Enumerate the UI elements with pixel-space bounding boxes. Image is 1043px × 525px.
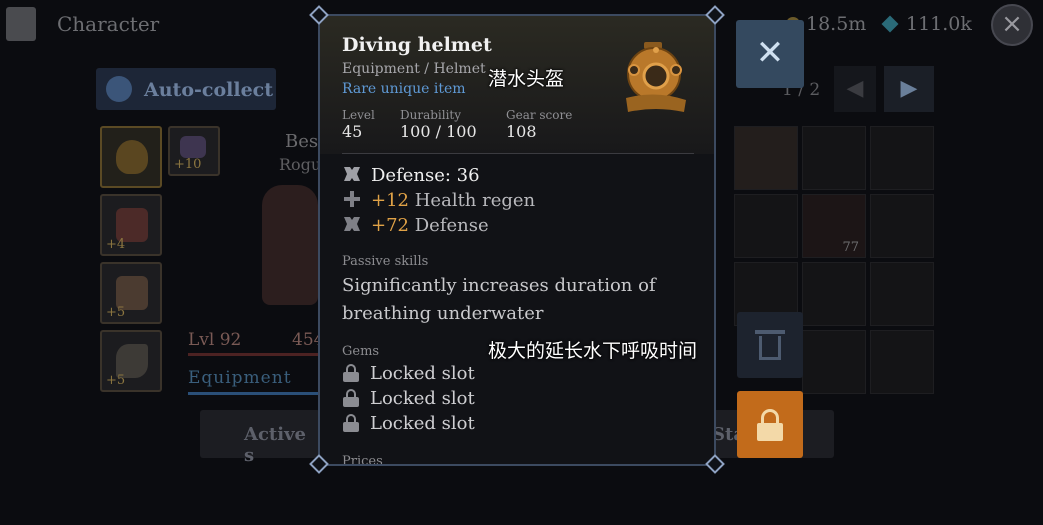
- character-icon: [6, 7, 36, 41]
- diamond-icon: [881, 15, 899, 33]
- inventory-item-gloves[interactable]: [734, 126, 798, 190]
- close-icon[interactable]: ×: [991, 4, 1033, 46]
- durability-label: Durability: [400, 108, 462, 122]
- gems-counter: 111.0k: [881, 13, 972, 35]
- inventory-slot[interactable]: [870, 330, 934, 394]
- subtitle-passive: 极大的延长水下呼吸时间: [488, 340, 698, 362]
- level-stat-value: 45: [342, 122, 363, 141]
- tooltip-close-button[interactable]: ✕: [736, 20, 804, 88]
- lock-item-button[interactable]: [737, 391, 803, 458]
- trash-icon: [755, 330, 785, 334]
- inventory-item-dagger[interactable]: [734, 194, 798, 258]
- inventory-item-stack[interactable]: 77: [802, 194, 866, 258]
- helmet-icon: [116, 140, 148, 174]
- inventory-slot[interactable]: [870, 262, 934, 326]
- active-skills-label: Active s: [244, 424, 306, 466]
- equipment-slot-gloves[interactable]: +5: [100, 262, 162, 324]
- diving-helmet-icon: [626, 42, 686, 112]
- bonus-stat-health-regen: +12 Health regen: [342, 189, 535, 211]
- equipment-slot-helmet[interactable]: [100, 126, 162, 188]
- gem-slot: Locked slot: [342, 363, 475, 384]
- equipment-slot-amulet[interactable]: +10: [168, 126, 220, 176]
- gear-icon: [106, 76, 132, 102]
- bonus-stat-defense: +72 Defense: [342, 214, 489, 236]
- slot-upgrade-level: +4: [106, 237, 126, 252]
- active-skills-button[interactable]: Active s: [200, 410, 320, 466]
- inventory-item-hood[interactable]: [802, 126, 866, 190]
- slot-upgrade-level: +10: [174, 157, 202, 172]
- item-type: Equipment / Helmet: [342, 61, 486, 77]
- base-stat-defense: Defense: 36: [342, 164, 480, 186]
- item-rarity: Rare unique item: [342, 81, 466, 97]
- equipment-slot-weapon[interactable]: +5: [100, 330, 162, 392]
- gear-score-value: 108: [506, 122, 537, 141]
- inventory-slot[interactable]: [802, 330, 866, 394]
- item-name: Diving helmet: [342, 34, 492, 56]
- gems-title: Gems: [342, 344, 380, 359]
- item-count: 77: [842, 240, 859, 255]
- character-portrait: [262, 185, 318, 305]
- screen-title: Character: [57, 12, 160, 36]
- inventory-slot[interactable]: [870, 194, 934, 258]
- tab-equipment[interactable]: Equipment: [188, 368, 292, 388]
- subtitle-item-name: 潜水头盔: [488, 68, 565, 90]
- level-stat-label: Level: [342, 108, 375, 122]
- passive-skills-title: Passive skills: [342, 254, 429, 269]
- inventory-item-knife[interactable]: [870, 126, 934, 190]
- discard-button[interactable]: [737, 312, 803, 378]
- header-divider: [342, 153, 694, 154]
- slot-upgrade-level: +5: [106, 305, 126, 320]
- gold-amount: 18.5m: [806, 13, 867, 35]
- lock-icon: [342, 414, 360, 432]
- equipment-slot-chest[interactable]: +4: [100, 194, 162, 256]
- inventory-slot[interactable]: [802, 262, 866, 326]
- gem-slot: Locked slot: [342, 413, 475, 434]
- gem-slot: Locked slot: [342, 388, 475, 409]
- level-label: Lvl 92: [188, 330, 242, 350]
- prev-page-button[interactable]: ◀: [834, 66, 876, 112]
- lock-icon: [342, 364, 360, 382]
- amulet-icon: [180, 136, 206, 158]
- passive-skill-description: Significantly increases duration of brea…: [342, 275, 656, 324]
- gear-score-label: Gear score: [506, 108, 573, 122]
- prices-title: Prices: [342, 454, 383, 466]
- experience-bar: [188, 353, 320, 356]
- health-regen-icon: [342, 189, 362, 209]
- next-page-button[interactable]: ▶: [884, 66, 934, 112]
- auto-collect-label: Auto-collect: [144, 79, 274, 101]
- durability-value: 100 / 100: [400, 122, 477, 141]
- lock-icon: [342, 389, 360, 407]
- shield-icon: [342, 214, 362, 234]
- slot-upgrade-level: +5: [106, 373, 126, 388]
- auto-collect-button[interactable]: Auto-collect: [96, 68, 276, 110]
- shield-icon: [342, 164, 362, 184]
- gems-amount: 111.0k: [906, 13, 972, 35]
- character-class: Rogu: [279, 155, 322, 174]
- equipment-tab-underline: [188, 392, 320, 395]
- character-name: Bes: [285, 131, 319, 152]
